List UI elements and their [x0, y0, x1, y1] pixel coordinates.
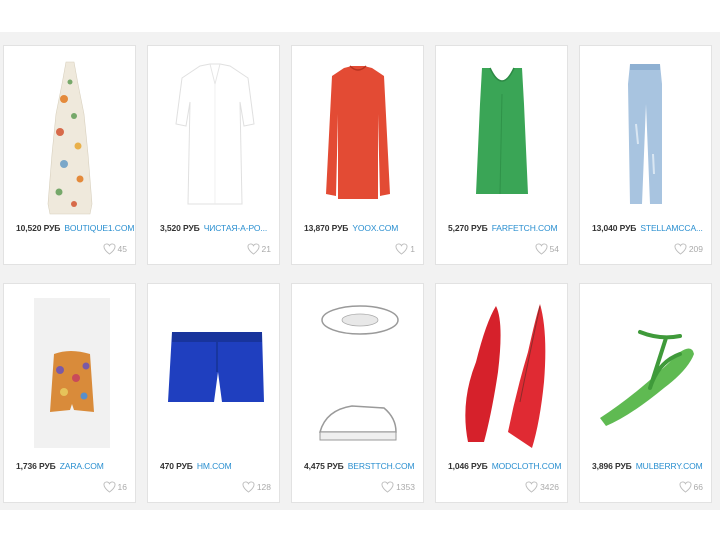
product-card[interactable]: 13,040 РУБ STELLAMCCA... 209	[579, 45, 712, 265]
like-count: 1	[410, 244, 415, 254]
heart-icon[interactable]	[525, 481, 538, 493]
product-card[interactable]: 5,270 РУБ FARFETCH.COM 54	[435, 45, 568, 265]
product-image[interactable]	[436, 292, 567, 457]
like-count: 21	[261, 244, 271, 254]
store-link[interactable]: BOUTIQUE1.COM	[64, 223, 134, 233]
like-button[interactable]: 66	[679, 480, 703, 494]
heart-icon[interactable]	[381, 481, 394, 493]
price: 5,270 РУБ	[448, 223, 488, 233]
store-link[interactable]: BERSTTCH.COM	[348, 461, 415, 471]
heart-icon[interactable]	[103, 481, 116, 493]
like-button[interactable]: 16	[103, 480, 127, 494]
price-line: 13,870 РУБ YOOX.COM	[304, 223, 422, 234]
like-count: 128	[256, 482, 271, 492]
product-card[interactable]: 4,475 РУБ BERSTTCH.COM 1353	[291, 283, 424, 503]
price-line: 1,736 РУБ ZARA.COM	[16, 461, 134, 472]
store-link[interactable]: STELLAMCCA...	[640, 223, 703, 233]
product-image[interactable]	[292, 292, 423, 457]
price: 1,736 РУБ	[16, 461, 56, 471]
product-card[interactable]: 470 РУБ HM.COM 128	[147, 283, 280, 503]
price: 1,046 РУБ	[448, 461, 488, 471]
price-line: 13,040 РУБ STELLAMCCA...	[592, 223, 710, 234]
price: 470 РУБ	[160, 461, 193, 471]
product-card[interactable]: 13,870 РУБ YOOX.COM 1	[291, 45, 424, 265]
like-button[interactable]: 3426	[525, 480, 559, 494]
product-image[interactable]	[148, 54, 279, 219]
product-card[interactable]: 3,896 РУБ MULBERRY.COM 66	[579, 283, 712, 503]
product-image[interactable]	[4, 54, 135, 219]
store-link[interactable]: ЧИСТАЯ-А-РО...	[204, 223, 268, 233]
store-link[interactable]: YOOX.COM	[352, 223, 398, 233]
like-count: 54	[549, 244, 559, 254]
price-line: 1,046 РУБ MODCLOTH.COM	[448, 461, 566, 472]
like-button[interactable]: 45	[103, 242, 127, 256]
like-count: 209	[688, 244, 703, 254]
like-button[interactable]: 1	[395, 242, 415, 256]
product-card[interactable]: 1,736 РУБ ZARA.COM 16	[3, 283, 136, 503]
store-link[interactable]: HM.COM	[197, 461, 232, 471]
heart-icon[interactable]	[395, 243, 408, 255]
heart-icon[interactable]	[535, 243, 548, 255]
price-line: 3,520 РУБ ЧИСТАЯ-А-РО...	[160, 223, 278, 234]
product-image[interactable]	[436, 54, 567, 219]
like-button[interactable]: 128	[242, 480, 271, 494]
like-button[interactable]: 54	[535, 242, 559, 256]
like-count: 66	[693, 482, 703, 492]
price: 3,896 РУБ	[592, 461, 632, 471]
store-link[interactable]: ZARA.COM	[60, 461, 104, 471]
product-image[interactable]	[580, 292, 711, 457]
like-count: 45	[117, 244, 127, 254]
product-image[interactable]	[4, 292, 135, 457]
product-image[interactable]	[148, 292, 279, 457]
price-line: 470 РУБ HM.COM	[160, 461, 278, 472]
product-card[interactable]: 3,520 РУБ ЧИСТАЯ-А-РО... 21	[147, 45, 280, 265]
like-count: 16	[117, 482, 127, 492]
heart-icon[interactable]	[103, 243, 116, 255]
product-image[interactable]	[292, 54, 423, 219]
store-link[interactable]: FARFETCH.COM	[492, 223, 558, 233]
like-count: 1353	[396, 482, 415, 492]
heart-icon[interactable]	[242, 481, 255, 493]
price: 3,520 РУБ	[160, 223, 200, 233]
store-link[interactable]: MULBERRY.COM	[636, 461, 703, 471]
price: 10,520 РУБ	[16, 223, 61, 233]
heart-icon[interactable]	[674, 243, 687, 255]
like-button[interactable]: 1353	[381, 480, 415, 494]
like-button[interactable]: 209	[674, 242, 703, 256]
product-card[interactable]: 10,520 РУБ BOUTIQUE1.COM 45	[3, 45, 136, 265]
heart-icon[interactable]	[247, 243, 260, 255]
product-card[interactable]: 1,046 РУБ MODCLOTH.COM 3426	[435, 283, 568, 503]
price-line: 4,475 РУБ BERSTTCH.COM	[304, 461, 422, 472]
like-button[interactable]: 21	[247, 242, 271, 256]
store-link[interactable]: MODCLOTH.COM	[492, 461, 562, 471]
price-line: 3,896 РУБ MULBERRY.COM	[592, 461, 710, 472]
heart-icon[interactable]	[679, 481, 692, 493]
price-line: 10,520 РУБ BOUTIQUE1.COM	[16, 223, 134, 234]
price: 13,870 РУБ	[304, 223, 349, 233]
price-line: 5,270 РУБ FARFETCH.COM	[448, 223, 566, 234]
product-image[interactable]	[580, 54, 711, 219]
like-count: 3426	[540, 482, 559, 492]
price: 13,040 РУБ	[592, 223, 637, 233]
price: 4,475 РУБ	[304, 461, 344, 471]
product-grid: 10,520 РУБ BOUTIQUE1.COM 45 3,520 РУБ ЧИСТ…	[0, 0, 720, 540]
